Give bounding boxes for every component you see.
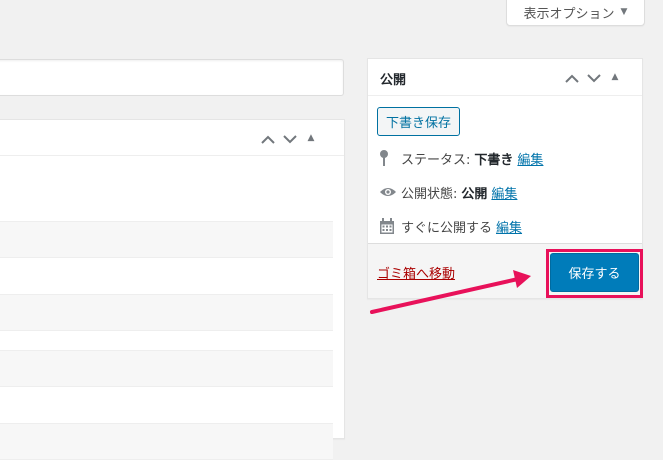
content-field-2 [0, 294, 333, 331]
eye-icon [379, 186, 401, 198]
content-field-4 [0, 423, 333, 460]
save-button[interactable]: 保存する [550, 253, 639, 292]
move-to-trash-link[interactable]: ゴミ箱へ移動 [377, 263, 455, 282]
move-down-icon[interactable] [583, 68, 605, 87]
content-field-1 [0, 221, 333, 258]
publish-footer: ゴミ箱へ移動 保存する [368, 243, 643, 298]
post-title-input[interactable] [0, 59, 344, 96]
content-metabox-header: ▲ [0, 120, 344, 156]
visibility-label: 公開状態: [401, 186, 458, 202]
publish-metabox: 公開 ▲ 下書き保存 ステータス: 下書き 編集 公開状態: 公開 編集 すぐに… [367, 58, 643, 299]
screen-options-button[interactable]: 表示オプション ▼ [506, 0, 645, 26]
status-value: 下書き [474, 152, 514, 168]
status-row: ステータス: 下書き 編集 [379, 148, 543, 168]
visibility-value: 公開 [461, 186, 488, 202]
publish-title: 公開 [380, 73, 407, 88]
schedule-edit-link[interactable]: 編集 [496, 217, 522, 236]
status-edit-link[interactable]: 編集 [517, 149, 543, 168]
calendar-icon [379, 217, 401, 235]
schedule-label: すぐに公開する [401, 220, 493, 236]
collapse-toggle-icon[interactable]: ▲ [301, 133, 321, 143]
visibility-row: 公開状態: 公開 編集 [379, 182, 517, 202]
move-up-icon[interactable] [257, 129, 279, 148]
status-label: ステータス: [401, 152, 471, 168]
move-down-icon[interactable] [279, 129, 301, 148]
content-metabox: ▲ [0, 119, 345, 460]
save-draft-button[interactable]: 下書き保存 [377, 107, 461, 136]
collapse-toggle-icon[interactable]: ▲ [605, 72, 625, 82]
pin-icon [379, 149, 401, 167]
caret-down-icon: ▼ [620, 7, 628, 17]
schedule-row: すぐに公開する 編集 [379, 216, 522, 236]
screen-options-label: 表示オプション [523, 6, 615, 22]
move-up-icon[interactable] [561, 68, 583, 87]
content-field-3 [0, 350, 333, 387]
publish-metabox-header: 公開 ▲ [368, 59, 642, 96]
visibility-edit-link[interactable]: 編集 [491, 183, 517, 202]
